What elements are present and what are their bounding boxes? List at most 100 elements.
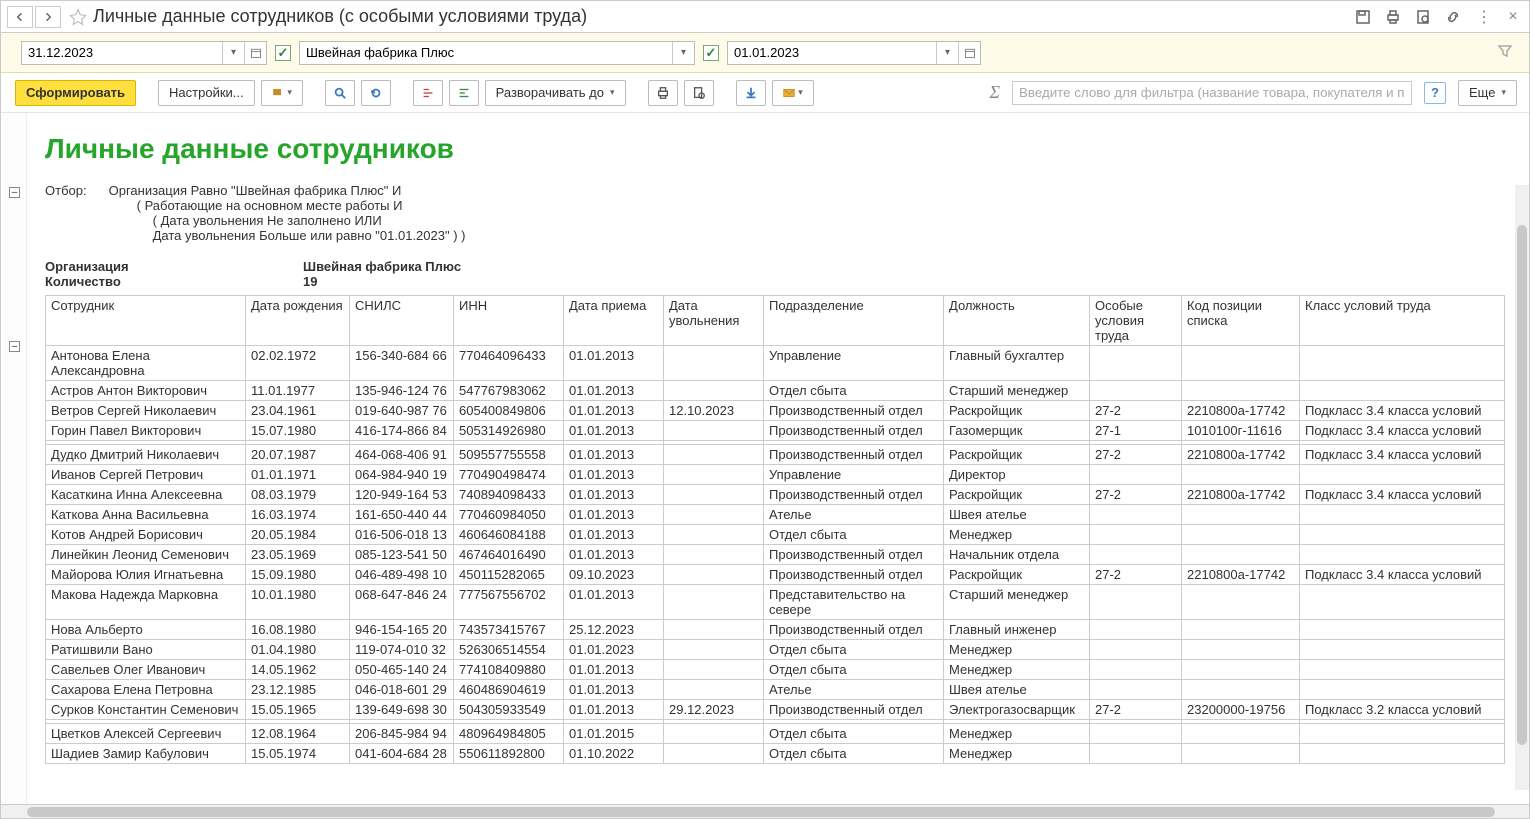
table-row[interactable]: Линейкин Леонид Семенович23.05.1969085-1… (46, 545, 1505, 565)
favorite-star-icon[interactable] (67, 8, 89, 26)
table-cell (1300, 381, 1505, 401)
column-header[interactable]: Дата приема (564, 296, 664, 346)
table-row[interactable]: Майорова Юлия Игнатьевна15.09.1980046-48… (46, 565, 1505, 585)
org-filter-checkbox[interactable]: ✓ (275, 45, 291, 61)
table-row[interactable]: Антонова Елена Александровна02.02.197215… (46, 346, 1505, 381)
save-icon[interactable] (1353, 7, 1373, 27)
table-row[interactable]: Сахарова Елена Петровна23.12.1985046-018… (46, 680, 1505, 700)
column-header[interactable]: СНИЛС (350, 296, 454, 346)
column-header[interactable]: Класс условий труда (1300, 296, 1505, 346)
quick-filter-field[interactable] (1012, 81, 1412, 105)
table-cell: 15.09.1980 (246, 565, 350, 585)
refresh-button[interactable] (361, 80, 391, 106)
calendar-icon[interactable] (244, 42, 266, 64)
column-header[interactable]: Код позиции списка (1182, 296, 1300, 346)
table-cell: 1010100г-11616 (1182, 421, 1300, 441)
date-end-input[interactable] (22, 42, 222, 64)
table-cell: Савельев Олег Иванович (46, 660, 246, 680)
settings-variants-button[interactable]: ▾ (261, 80, 303, 106)
more-menu-icon[interactable]: ⋮ (1473, 7, 1493, 27)
expand-all-button[interactable] (449, 80, 479, 106)
print-button[interactable] (648, 80, 678, 106)
collapse-all-button[interactable] (413, 80, 443, 106)
date-start-checkbox[interactable]: ✓ (703, 45, 719, 61)
generate-button[interactable]: Сформировать (15, 80, 136, 106)
collapse-toggle[interactable]: – (9, 187, 20, 198)
table-row[interactable]: Горин Павел Викторович15.07.1980416-174-… (46, 421, 1505, 441)
table-cell: 01.01.2013 (564, 660, 664, 680)
table-row[interactable]: Касаткина Инна Алексеевна08.03.1979120-9… (46, 485, 1505, 505)
column-header[interactable]: Дата увольнения (664, 296, 764, 346)
table-row[interactable]: Дудко Дмитрий Николаевич20.07.1987464-06… (46, 445, 1505, 465)
table-row[interactable]: Иванов Сергей Петрович01.01.1971064-984-… (46, 465, 1505, 485)
table-row[interactable]: Сурков Константин Семенович15.05.1965139… (46, 700, 1505, 720)
table-row[interactable]: Астров Антон Викторович11.01.1977135-946… (46, 381, 1505, 401)
preview-icon[interactable] (1413, 7, 1433, 27)
column-header[interactable]: Дата рождения (246, 296, 350, 346)
table-cell: 01.01.2013 (564, 401, 664, 421)
column-header[interactable]: Особые условия труда (1090, 296, 1182, 346)
table-row[interactable]: Савельев Олег Иванович14.05.1962050-465-… (46, 660, 1505, 680)
table-cell: Производственный отдел (764, 545, 944, 565)
table-row[interactable]: Каткова Анна Васильевна16.03.1974161-650… (46, 505, 1505, 525)
date-start-field[interactable]: ▾ (727, 41, 981, 65)
table-cell (1090, 465, 1182, 485)
horizontal-scrollbar[interactable] (1, 804, 1529, 818)
print-preview-button[interactable] (684, 80, 714, 106)
quick-filter-input[interactable] (1012, 81, 1412, 105)
table-cell: 2210800а-17742 (1182, 401, 1300, 421)
table-row[interactable]: Ветров Сергей Николаевич23.04.1961019-64… (46, 401, 1505, 421)
date-start-input[interactable] (728, 42, 936, 64)
org-input[interactable] (300, 42, 672, 64)
email-button[interactable]: ▾ (772, 80, 814, 106)
close-button[interactable]: × (1503, 7, 1523, 27)
save-report-button[interactable] (736, 80, 766, 106)
help-button[interactable]: ? (1424, 82, 1446, 104)
expand-to-button[interactable]: Разворачивать до▾ (485, 80, 626, 106)
vertical-scrollbar[interactable] (1515, 185, 1529, 790)
table-cell: 08.03.1979 (246, 485, 350, 505)
print-icon[interactable] (1383, 7, 1403, 27)
table-cell: Управление (764, 465, 944, 485)
table-cell: Макова Надежда Марковна (46, 585, 246, 620)
table-row[interactable]: Шадиев Замир Кабулович15.05.1974041-604-… (46, 744, 1505, 764)
table-row[interactable]: Нова Альберто16.08.1980946-154-165 20743… (46, 620, 1505, 640)
table-cell (664, 485, 764, 505)
table-cell: 206-845-984 94 (350, 724, 454, 744)
column-header[interactable]: Подразделение (764, 296, 944, 346)
dropdown-icon[interactable]: ▾ (936, 42, 958, 64)
table-cell (664, 465, 764, 485)
table-cell: 139-649-698 30 (350, 700, 454, 720)
org-field[interactable]: ▾ (299, 41, 695, 65)
dropdown-icon[interactable]: ▾ (222, 42, 244, 64)
table-cell: Отдел сбыта (764, 744, 944, 764)
table-cell: Астров Антон Викторович (46, 381, 246, 401)
table-row[interactable]: Цветков Алексей Сергеевич12.08.1964206-8… (46, 724, 1505, 744)
dropdown-icon[interactable]: ▾ (672, 42, 694, 64)
link-icon[interactable] (1443, 7, 1463, 27)
table-cell (1300, 640, 1505, 660)
find-button[interactable] (325, 80, 355, 106)
more-button[interactable]: Еще▾ (1458, 80, 1517, 106)
column-header[interactable]: Сотрудник (46, 296, 246, 346)
table-row[interactable]: Ратишвили Вано01.04.1980119-074-010 3252… (46, 640, 1505, 660)
settings-button[interactable]: Настройки... (158, 80, 255, 106)
date-end-field[interactable]: ▾ (21, 41, 267, 65)
table-cell: 547767983062 (454, 381, 564, 401)
table-cell: 01.01.2013 (564, 505, 664, 525)
calendar-icon[interactable] (958, 42, 980, 64)
sigma-icon[interactable]: Σ (989, 82, 1000, 103)
column-header[interactable]: ИНН (454, 296, 564, 346)
table-cell: 27-2 (1090, 485, 1182, 505)
table-cell (1300, 465, 1505, 485)
table-row[interactable]: Котов Андрей Борисович20.05.1984016-506-… (46, 525, 1505, 545)
table-row[interactable]: Макова Надежда Марковна10.01.1980068-647… (46, 585, 1505, 620)
collapse-toggle[interactable]: – (9, 341, 20, 352)
column-header[interactable]: Должность (944, 296, 1090, 346)
filter-funnel-icon[interactable] (1497, 43, 1517, 63)
nav-forward-button[interactable] (35, 6, 61, 28)
nav-back-button[interactable] (7, 6, 33, 28)
table-cell: 01.01.2013 (564, 680, 664, 700)
table-cell (1300, 346, 1505, 381)
table-cell (1182, 680, 1300, 700)
